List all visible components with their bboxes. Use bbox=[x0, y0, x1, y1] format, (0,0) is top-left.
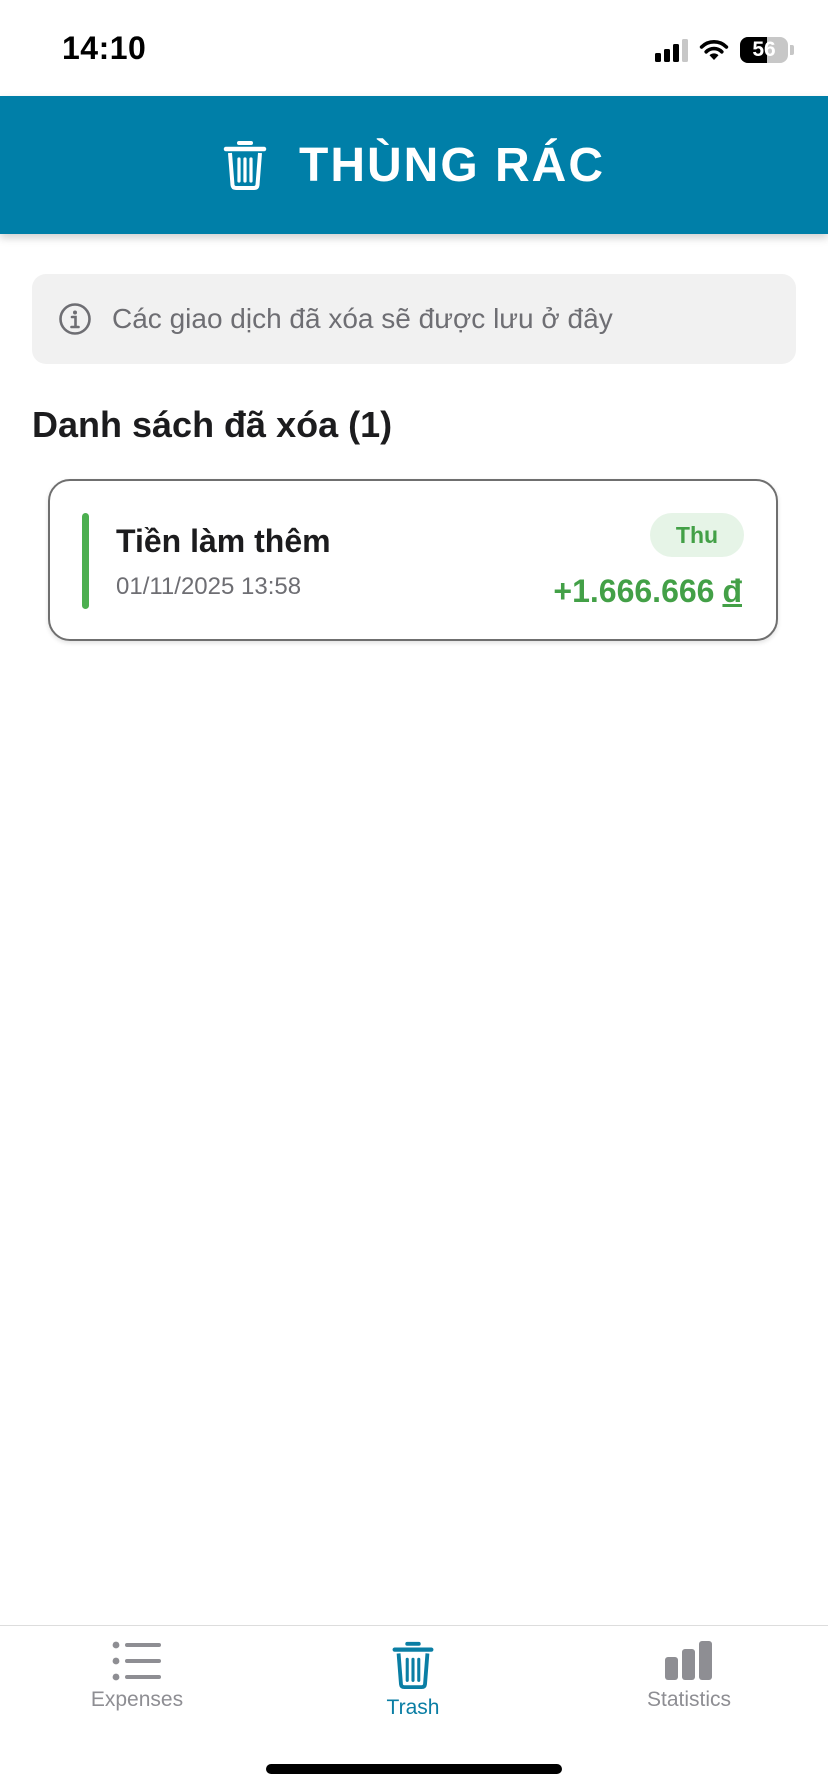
trash-screen: 14:10 56 THÙNG RÁC Các giao dịch đã xóa … bbox=[0, 0, 828, 1792]
transaction-datetime: 01/11/2025 13:58 bbox=[116, 573, 302, 600]
bar-chart-icon bbox=[665, 1641, 712, 1680]
income-accent-bar bbox=[82, 513, 89, 609]
currency-symbol: đ bbox=[722, 573, 742, 609]
tab-statistics[interactable]: Statistics bbox=[599, 1640, 779, 1740]
tab-trash-label: Trash bbox=[386, 1696, 440, 1719]
page-header: THÙNG RÁC bbox=[0, 96, 828, 234]
tab-statistics-label: Statistics bbox=[646, 1688, 732, 1711]
deleted-transaction-card[interactable]: Tiền làm thêm 01/11/2025 13:58 Thu +1.66… bbox=[48, 479, 778, 641]
info-banner: Các giao dịch đã xóa sẽ được lưu ở đây bbox=[32, 274, 796, 364]
battery-cap bbox=[790, 45, 794, 55]
tab-expenses[interactable]: Expenses bbox=[47, 1640, 227, 1740]
tab-expenses-label: Expenses bbox=[90, 1688, 184, 1711]
tab-trash[interactable]: Trash bbox=[323, 1640, 503, 1740]
trash-icon bbox=[223, 141, 267, 190]
trash-icon bbox=[392, 1641, 434, 1690]
list-icon bbox=[112, 1641, 161, 1681]
status-time: 14:10 bbox=[62, 30, 147, 66]
cellular-signal-icon bbox=[655, 38, 688, 62]
wifi-icon bbox=[699, 40, 729, 60]
transaction-type-badge: Thu bbox=[650, 513, 744, 557]
battery-icon: 56 bbox=[740, 37, 788, 63]
home-indicator bbox=[266, 1764, 562, 1774]
page-title: THÙNG RÁC bbox=[299, 138, 605, 192]
transaction-amount: +1.666.666 đ bbox=[553, 573, 742, 610]
info-banner-text: Các giao dịch đã xóa sẽ được lưu ở đây bbox=[112, 303, 613, 334]
status-bar: 14:10 56 bbox=[0, 0, 828, 96]
transaction-amount-value: +1.666.666 bbox=[553, 573, 715, 609]
transaction-name: Tiền làm thêm bbox=[116, 523, 331, 559]
deleted-list-title: Danh sách đã xóa (1) bbox=[32, 404, 393, 445]
battery-level: 56 bbox=[752, 38, 776, 61]
info-icon bbox=[59, 303, 91, 335]
status-icons: 56 bbox=[655, 34, 794, 66]
